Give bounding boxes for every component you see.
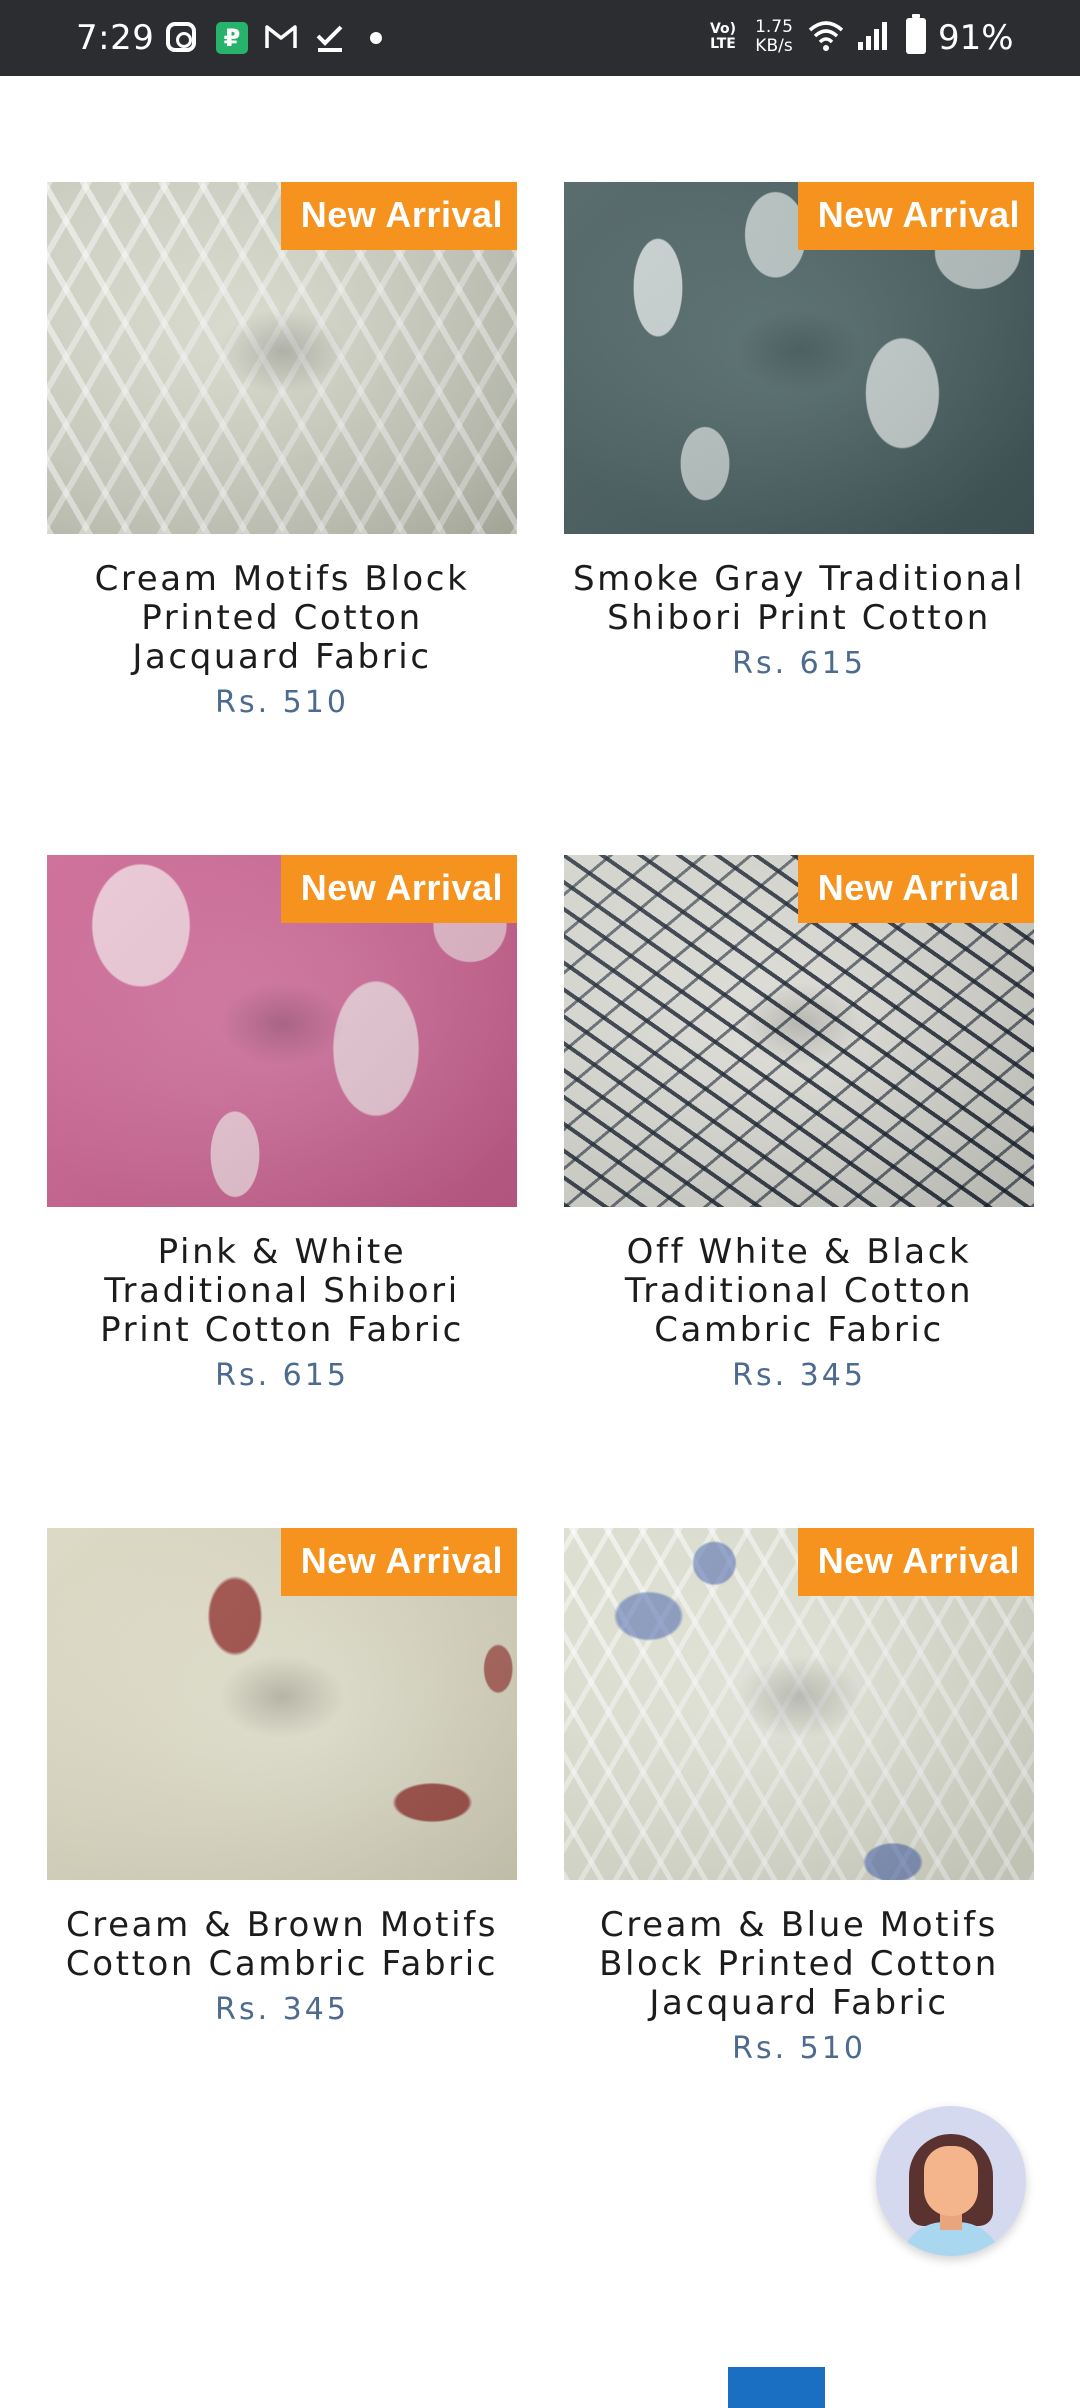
product-image[interactable]: New Arrival [564,855,1034,1207]
product-price: Rs. 510 [732,2031,866,2066]
instagram-icon [166,22,196,52]
product-card[interactable]: New Arrival Smoke Gray Traditional Shibo… [564,182,1034,682]
product-card[interactable]: New Arrival Off White & Black Traditiona… [564,855,1034,1394]
notification-dot-icon [370,32,382,44]
product-card[interactable]: New Arrival Pink & White Traditional Shi… [47,855,517,1394]
gmail-icon [265,25,297,48]
product-title[interactable]: Cream Motifs Block Printed Cotton Jacqua… [47,560,517,677]
product-image[interactable]: New Arrival [564,1528,1034,1880]
wifi-icon [808,21,844,51]
new-arrival-badge: New Arrival [280,1528,517,1596]
product-card[interactable]: New Arrival Cream & Blue Motifs Block Pr… [564,1528,1034,2067]
new-arrival-badge: New Arrival [280,855,517,923]
status-bar: 7:29 ₽ Vo) LTE 1.75 KB/s 91% [0,0,1080,76]
network-type-label: Vo) LTE [709,21,737,52]
product-price: Rs. 510 [215,685,349,720]
product-price: Rs. 345 [732,1358,866,1393]
new-arrival-badge: New Arrival [280,182,517,250]
new-arrival-badge: New Arrival [797,855,1034,923]
product-title[interactable]: Off White & Black Traditional Cotton Cam… [564,1233,1034,1350]
new-arrival-badge: New Arrival [797,1528,1034,1596]
product-image[interactable]: New Arrival [47,1528,517,1880]
tasks-icon [316,25,343,52]
payment-app-icon: ₽ [216,22,248,54]
product-card[interactable]: New Arrival Cream Motifs Block Printed C… [47,182,517,721]
product-price: Rs. 345 [215,1992,349,2027]
product-image[interactable]: New Arrival [47,182,517,534]
product-title[interactable]: Cream & Brown Motifs Cotton Cambric Fabr… [47,1906,517,1984]
product-title[interactable]: Pink & White Traditional Shibori Print C… [47,1233,517,1350]
battery-icon [906,14,926,54]
product-title[interactable]: Cream & Blue Motifs Block Printed Cotton… [564,1906,1034,2023]
product-image[interactable]: New Arrival [564,182,1034,534]
signal-icon [858,22,887,50]
product-price: Rs. 615 [215,1358,349,1393]
chat-assistant-avatar-icon[interactable] [876,2106,1026,2256]
new-arrival-badge: New Arrival [797,182,1034,250]
product-title[interactable]: Smoke Gray Traditional Shibori Print Cot… [564,560,1034,638]
bottom-action-button[interactable] [728,2367,825,2408]
product-image[interactable]: New Arrival [47,855,517,1207]
product-price: Rs. 615 [732,646,866,681]
battery-percent: 91% [938,18,1014,58]
network-speed-label: 1.75 KB/s [755,17,793,56]
product-card[interactable]: New Arrival Cream & Brown Motifs Cotton … [47,1528,517,2028]
status-time: 7:29 [76,18,155,58]
